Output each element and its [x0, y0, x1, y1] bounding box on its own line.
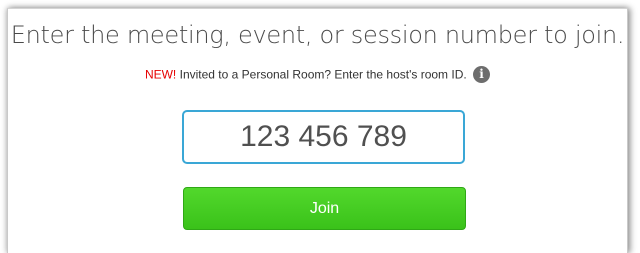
join-meeting-panel: Enter the meeting, event, or session num… [7, 8, 628, 253]
new-badge: NEW! [144, 67, 177, 82]
meeting-number-input[interactable] [182, 110, 465, 164]
join-button[interactable]: Join [183, 187, 466, 230]
page-title: Enter the meeting, event, or session num… [10, 21, 625, 49]
notice-text: Invited to a Personal Room? Enter the ho… [176, 67, 467, 82]
info-icon[interactable]: i [473, 66, 491, 83]
personal-room-notice: NEW! Invited to a Personal Room? Enter t… [8, 66, 627, 84]
